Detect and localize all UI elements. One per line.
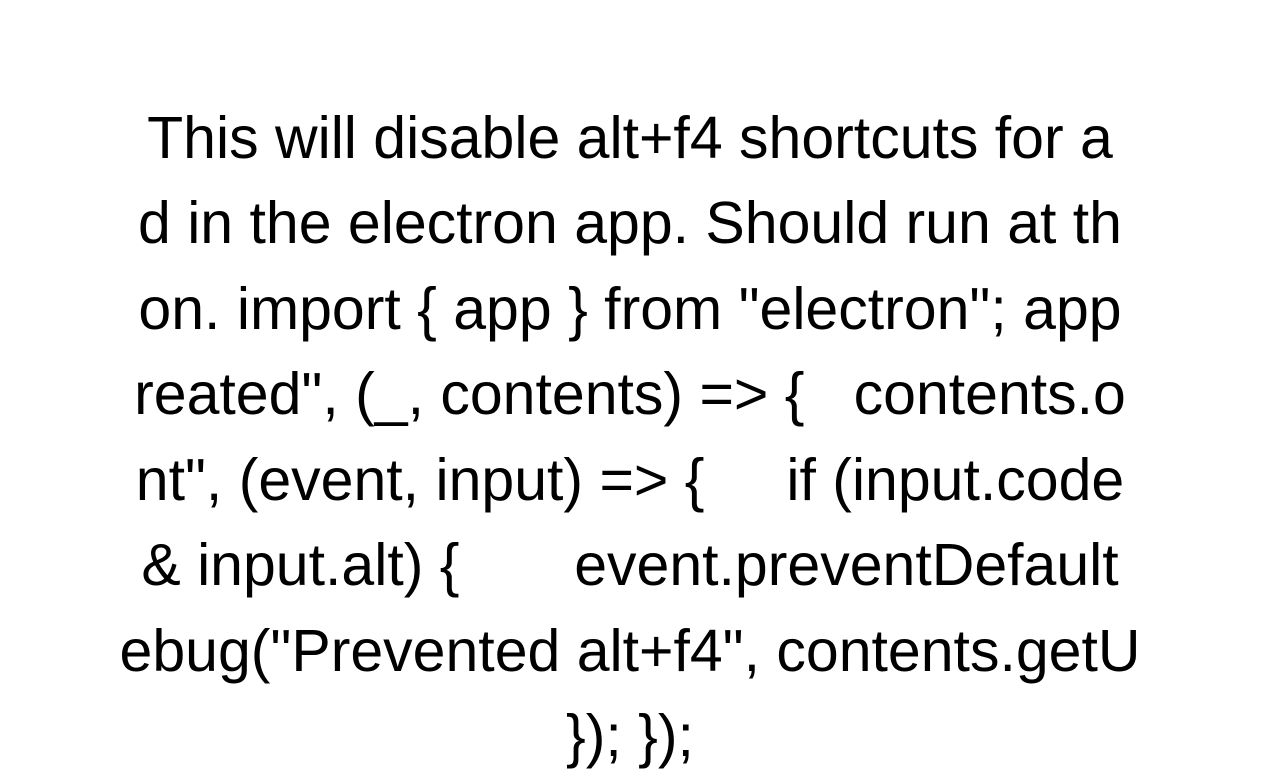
code-line-6: & input.alt) { event.preventDefault bbox=[141, 532, 1118, 598]
code-line-4: reated", (_, contents) => { contents.o bbox=[134, 361, 1126, 427]
code-line-3: on. import { app } from "electron"; app bbox=[138, 276, 1121, 342]
code-line-5: nt", (event, input) => { if (input.code bbox=[136, 447, 1124, 513]
code-line-2: d in the electron app. Should run at th bbox=[138, 190, 1122, 256]
code-line-1: This will disable alt+f4 shortcuts for a bbox=[147, 105, 1113, 171]
code-line-7: ebug("Prevented alt+f4", contents.getU bbox=[120, 618, 1141, 684]
code-snippet-block: This will disable alt+f4 shortcuts for a… bbox=[0, 10, 1280, 780]
code-line-8: }); }); bbox=[566, 703, 694, 769]
